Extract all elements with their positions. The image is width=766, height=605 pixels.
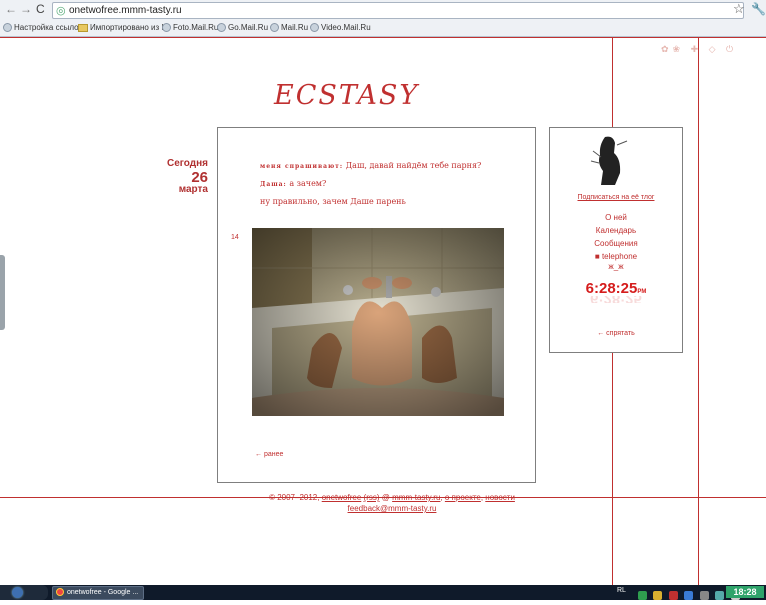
post-line: Даша: а зачем? <box>260 179 327 188</box>
bookmark-item[interactable]: Настройка ссылок <box>3 22 82 33</box>
emoticon-text: ж_ж <box>608 262 624 271</box>
post-photo <box>252 228 504 416</box>
footer-copyright: © 2007–2012, onetwofree (rss) @ mmm-tast… <box>269 493 515 502</box>
page-icon <box>3 23 12 33</box>
blog-title[interactable]: ECSTASY <box>274 80 419 111</box>
clock-reflection: 6:28:25 <box>549 296 683 303</box>
bookmark-item[interactable]: Mail.Ru <box>270 22 308 33</box>
sidebar-link-calendar[interactable]: Календарь <box>549 226 683 235</box>
taskbar: onetwofree - Google ... RL 18:28 <box>0 585 766 600</box>
bookmark-star-icon[interactable]: ☆ <box>733 2 745 16</box>
windows-orb-icon <box>12 587 23 598</box>
bookmark-item[interactable]: Go.Mail.Ru <box>217 22 268 33</box>
footer-rss-link[interactable]: (rss) <box>364 493 380 502</box>
sidebar-link-about[interactable]: О ней <box>549 213 683 222</box>
page-icon <box>217 23 226 33</box>
tray-icon[interactable] <box>638 591 647 600</box>
browser-chrome: ← → C ◎ onetwofree.mmm-tasty.ru ☆ 🔧 Наст… <box>0 0 766 37</box>
date-month: марта <box>178 184 208 195</box>
footer-email-link[interactable]: feedback@mmm-tasty.ru <box>217 504 567 513</box>
post-line: ну правильно, зачем Даше парень <box>260 197 406 206</box>
address-bar[interactable]: ◎ onetwofree.mmm-tasty.ru <box>52 2 744 19</box>
taskbar-window-button[interactable]: onetwofree - Google ... <box>52 586 144 600</box>
back-arrow-icon[interactable]: ← <box>5 3 17 15</box>
tray-icon[interactable] <box>699 591 709 600</box>
globe-icon: ◎ <box>56 5 66 17</box>
phone-icon: ■ <box>594 252 600 261</box>
footer-author-link[interactable]: onetwofree <box>322 493 362 502</box>
user-avatar[interactable] <box>587 133 631 185</box>
url-text: onetwofree.mmm-tasty.ru <box>69 5 182 16</box>
start-button[interactable] <box>0 585 48 600</box>
reload-icon[interactable]: C <box>36 3 45 15</box>
clock-widget: 6:28:25PM <box>585 280 647 297</box>
footer-about-link[interactable]: о проекте <box>445 493 481 502</box>
navigation-bar: ← → C ◎ onetwofree.mmm-tasty.ru ☆ 🔧 <box>0 0 766 19</box>
bookmark-folder[interactable]: Импортировано из IE <box>78 22 169 33</box>
scroll-side-tab[interactable] <box>0 255 5 330</box>
footer-site-link[interactable]: mmm-tasty.ru <box>392 493 440 502</box>
top-divider-line <box>0 37 766 38</box>
folder-icon <box>78 23 88 32</box>
bookmark-item[interactable]: Foto.Mail.Ru <box>162 22 218 33</box>
page-icon <box>270 23 279 33</box>
sidebar-link-messages[interactable]: Сообщения <box>549 239 683 248</box>
toolbar-icons[interactable]: ✿❀ ✚ ◇ ⏻ <box>661 44 737 55</box>
bookmark-item[interactable]: Video.Mail.Ru <box>310 22 371 33</box>
subscribe-link[interactable]: Подписаться на её тлог <box>549 194 683 201</box>
post-line: меня спрашивают: Даш, давай найдём тебе … <box>260 161 482 170</box>
chrome-icon <box>56 588 64 597</box>
wrench-icon[interactable]: 🔧 <box>751 2 766 16</box>
vertical-guide-line <box>698 37 699 585</box>
bookmarks-bar: Настройка ссылок Импортировано из IE Fot… <box>0 20 766 36</box>
post-number[interactable]: 14 <box>231 234 239 241</box>
tray-icon[interactable] <box>715 591 725 600</box>
page-icon <box>162 23 171 33</box>
hide-link[interactable]: ← спрятать <box>549 330 683 337</box>
sidebar-link-telephone[interactable]: ■ telephone <box>549 252 683 261</box>
photo-bathtub <box>252 228 504 416</box>
tray-icon[interactable] <box>684 591 694 600</box>
forward-arrow-icon[interactable]: → <box>20 3 32 15</box>
tray-icon[interactable] <box>653 591 663 600</box>
earlier-link[interactable]: ← ранее <box>255 451 283 458</box>
tray-icon[interactable] <box>668 591 678 600</box>
taskbar-clock[interactable]: 18:28 <box>726 586 764 598</box>
page-icon <box>310 23 319 33</box>
footer-news-link[interactable]: новости <box>485 493 515 502</box>
language-indicator[interactable]: RL <box>617 587 626 594</box>
date-today-label: Сегодня <box>166 158 208 169</box>
